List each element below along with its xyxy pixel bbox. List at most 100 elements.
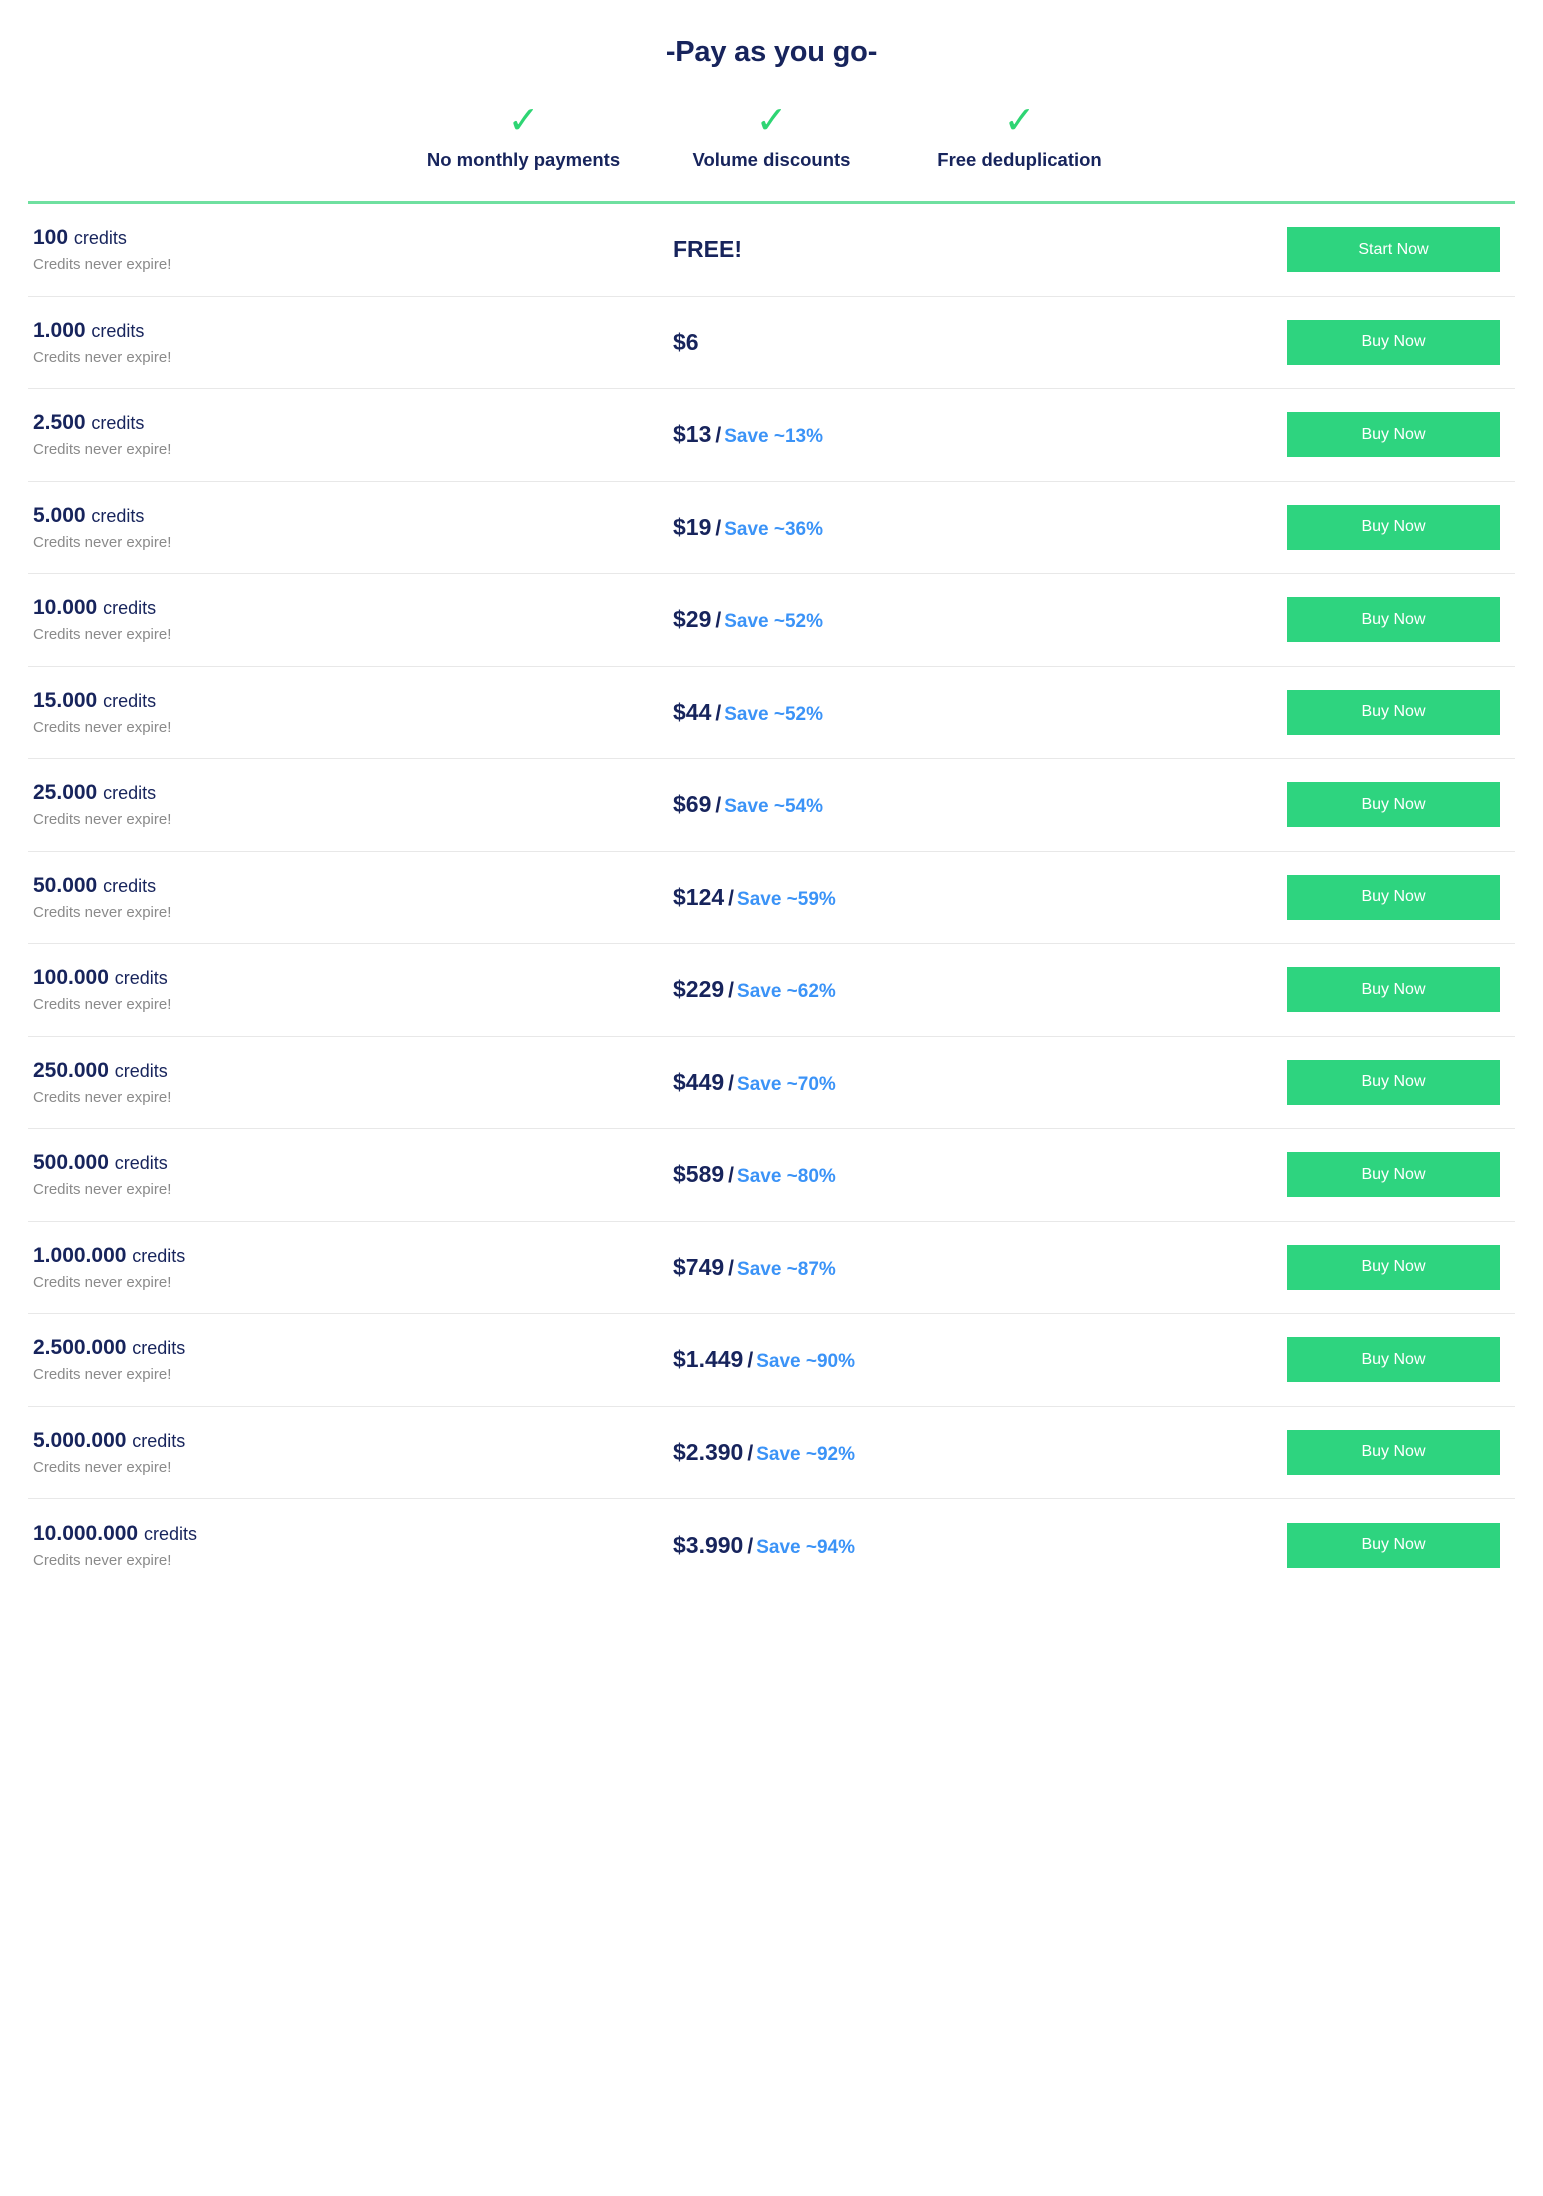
feature-label: No monthly payments xyxy=(426,149,621,170)
credits-heading: 100.000 credits xyxy=(33,966,673,989)
price-separator: / xyxy=(728,1164,735,1188)
plan-row: 2.500.000 credits Credits never expire! $1… xyxy=(28,1314,1515,1407)
price-cell: $229/Save ~62% xyxy=(673,976,1113,1003)
credits-amount: 5.000 xyxy=(33,503,86,527)
price-separator: / xyxy=(728,979,735,1003)
price-cell: $1.449/Save ~90% xyxy=(673,1346,1113,1373)
price-separator: / xyxy=(715,424,722,448)
buy-now-button[interactable]: Buy Now xyxy=(1287,1522,1500,1568)
price-amount: $124 xyxy=(673,883,725,910)
checkmark-icon: ✓ xyxy=(755,100,788,142)
savings-badge: Save ~92% xyxy=(756,1443,855,1465)
buy-now-button[interactable]: Buy Now xyxy=(1287,874,1500,920)
savings-badge: Save ~90% xyxy=(756,1351,855,1373)
savings-badge: Save ~52% xyxy=(724,703,823,725)
savings-badge: Save ~62% xyxy=(737,981,836,1003)
credits-amount: 100 xyxy=(33,226,69,250)
buy-now-button[interactable]: Buy Now xyxy=(1287,689,1500,735)
buy-now-button[interactable]: Buy Now xyxy=(1287,967,1500,1013)
credits-amount: 1.000 xyxy=(33,318,86,342)
price-separator: / xyxy=(715,609,722,633)
credits-heading: 1.000 credits xyxy=(33,319,673,342)
credits-expiry-note: Credits never expire! xyxy=(33,1551,172,1569)
credits-expiry-note: Credits never expire! xyxy=(33,1088,172,1106)
credits-heading: 250.000 credits xyxy=(33,1059,673,1082)
credits-cell: 50.000 credits Credits never expire! xyxy=(33,874,673,921)
price-amount: $1.449 xyxy=(673,1346,744,1373)
plan-row: 2.500 credits Credits never expire! $13/Sa… xyxy=(28,389,1515,482)
buy-now-button[interactable]: Buy Now xyxy=(1287,1152,1500,1198)
price-amount: $6 xyxy=(673,328,699,355)
savings-badge: Save ~52% xyxy=(724,611,823,633)
credits-heading: 100 credits xyxy=(33,226,673,249)
price-separator: / xyxy=(747,1349,754,1373)
price-separator: / xyxy=(728,1071,735,1095)
price-cell: $13/Save ~13% xyxy=(673,421,1113,448)
price-cell: $6 xyxy=(673,329,1113,356)
price-amount: $2.390 xyxy=(673,1438,744,1465)
credits-amount: 15.000 xyxy=(33,688,98,712)
credits-cell: 5.000.000 credits Credits never expire! xyxy=(33,1429,673,1476)
credits-cell: 10.000.000 credits Credits never expire! xyxy=(33,1522,673,1569)
credits-expiry-note: Credits never expire! xyxy=(33,903,172,921)
buy-now-button[interactable]: Buy Now xyxy=(1287,412,1500,458)
buy-now-button[interactable]: Buy Now xyxy=(1287,597,1500,643)
action-cell: Buy Now xyxy=(1113,412,1515,458)
feature-item-0: ✓ No monthly payments xyxy=(400,101,648,171)
savings-badge: Save ~87% xyxy=(737,1258,836,1280)
credits-cell: 2.500.000 credits Credits never expire! xyxy=(33,1336,673,1383)
price-amount: $749 xyxy=(673,1253,725,1280)
action-cell: Buy Now xyxy=(1113,1522,1515,1568)
buy-now-button[interactable]: Buy Now xyxy=(1287,1244,1500,1290)
action-cell: Buy Now xyxy=(1113,597,1515,643)
credits-unit-label: credits xyxy=(132,1430,186,1451)
credits-amount: 10.000 xyxy=(33,596,98,620)
credits-expiry-note: Credits never expire! xyxy=(33,1273,172,1291)
buy-now-button[interactable]: Buy Now xyxy=(1287,319,1500,365)
credits-cell: 1.000 credits Credits never expire! xyxy=(33,319,673,366)
credits-heading: 5.000 credits xyxy=(33,504,673,527)
action-cell: Buy Now xyxy=(1113,1059,1515,1105)
credits-amount: 2.500 xyxy=(33,411,86,435)
credits-unit-label: credits xyxy=(132,1338,186,1359)
credits-unit-label: credits xyxy=(103,875,157,896)
pricing-header: -Pay as you go- ✓ No monthly payments ✓ Vol… xyxy=(0,0,1543,171)
credits-cell: 500.000 credits Credits never expire! xyxy=(33,1151,673,1198)
credits-unit-label: credits xyxy=(91,505,145,526)
plan-row: 1.000 credits Credits never expire! $6 Buy … xyxy=(28,297,1515,389)
plan-row: 5.000 credits Credits never expire! $19/Sa… xyxy=(28,482,1515,574)
credits-cell: 15.000 credits Credits never expire! xyxy=(33,689,673,736)
credits-heading: 10.000.000 credits xyxy=(33,1522,673,1545)
buy-now-button[interactable]: Buy Now xyxy=(1287,1059,1500,1105)
credits-heading: 2.500 credits xyxy=(33,411,673,434)
action-cell: Buy Now xyxy=(1113,874,1515,920)
credits-unit-label: credits xyxy=(132,1245,186,1266)
credits-amount: 25.000 xyxy=(33,781,98,805)
action-cell: Buy Now xyxy=(1113,1244,1515,1290)
price-amount: $3.990 xyxy=(673,1531,744,1558)
buy-now-button[interactable]: Buy Now xyxy=(1287,504,1500,550)
price-cell: FREE! xyxy=(673,236,1113,263)
plan-row: 500.000 credits Credits never expire! $589… xyxy=(28,1129,1515,1222)
action-cell: Buy Now xyxy=(1113,504,1515,550)
credits-cell: 2.500 credits Credits never expire! xyxy=(33,411,673,458)
buy-now-button[interactable]: Buy Now xyxy=(1287,1429,1500,1475)
buy-now-button[interactable]: Buy Now xyxy=(1287,782,1500,828)
savings-badge: Save ~80% xyxy=(737,1166,836,1188)
credits-cell: 1.000.000 credits Credits never expire! xyxy=(33,1244,673,1291)
price-cell: $449/Save ~70% xyxy=(673,1069,1113,1096)
credits-unit-label: credits xyxy=(103,598,157,619)
plan-row: 1.000.000 credits Credits never expire! $7… xyxy=(28,1222,1515,1314)
action-cell: Buy Now xyxy=(1113,319,1515,365)
credits-unit-label: credits xyxy=(103,690,157,711)
credits-heading: 500.000 credits xyxy=(33,1151,673,1174)
credits-cell: 250.000 credits Credits never expire! xyxy=(33,1059,673,1106)
credits-expiry-note: Credits never expire! xyxy=(33,441,172,459)
credits-unit-label: credits xyxy=(114,968,168,989)
buy-now-button[interactable]: Buy Now xyxy=(1287,1337,1500,1383)
action-cell: Buy Now xyxy=(1113,782,1515,828)
pricing-page: -Pay as you go- ✓ No monthly payments ✓ Vol… xyxy=(0,0,1543,2196)
start-now-button[interactable]: Start Now xyxy=(1287,227,1500,273)
savings-badge: Save ~13% xyxy=(724,426,823,448)
price-amount: $44 xyxy=(673,698,712,725)
